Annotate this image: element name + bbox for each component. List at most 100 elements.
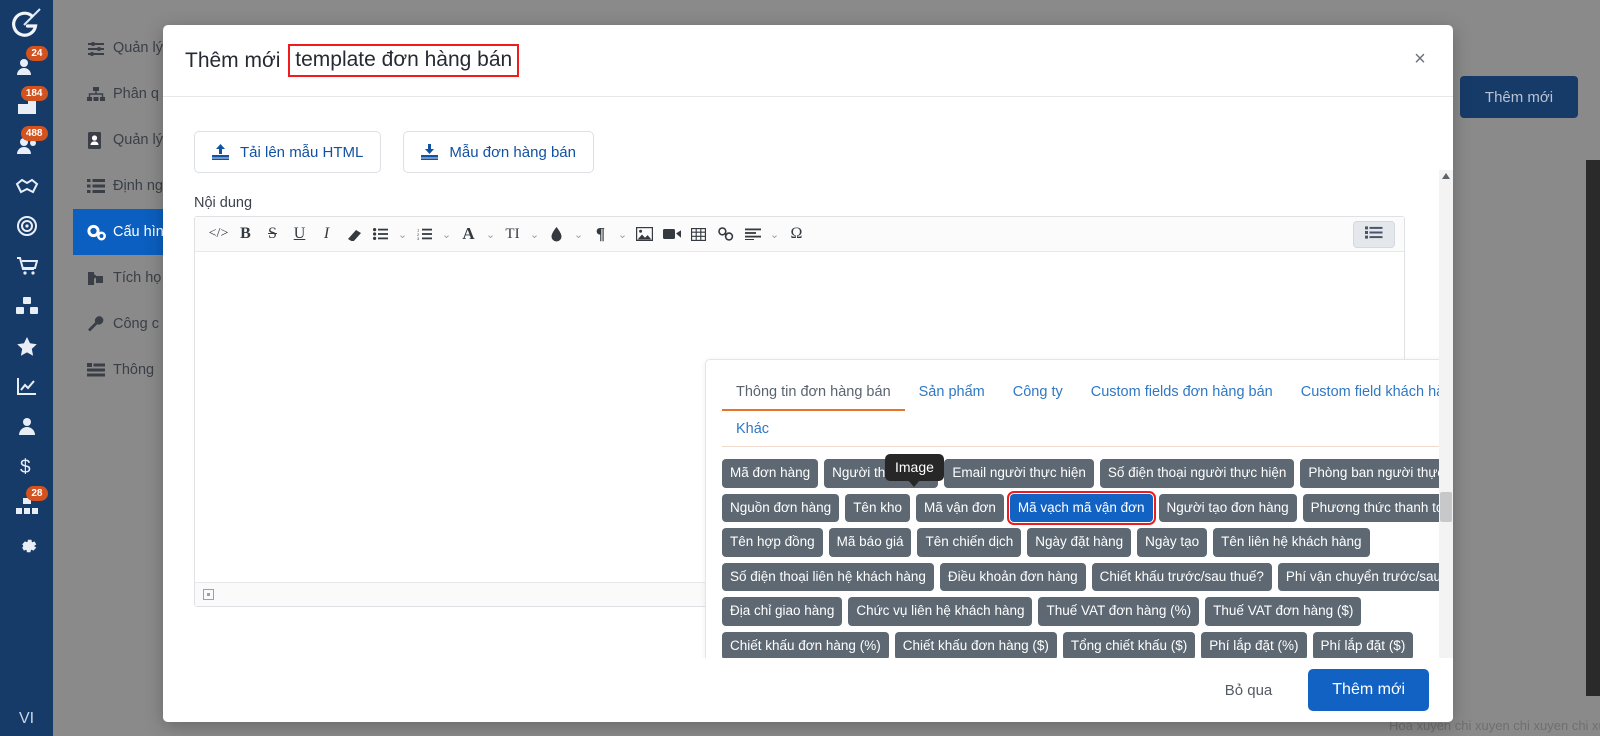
- language-indicator[interactable]: VI: [0, 710, 53, 728]
- field-tag[interactable]: Mã báo giá: [828, 528, 912, 557]
- scroll-thumb[interactable]: [1440, 492, 1452, 522]
- rail-item-targets[interactable]: [7, 208, 47, 244]
- table-icon[interactable]: [685, 221, 712, 247]
- tab-khac[interactable]: Khác: [722, 411, 783, 446]
- image-icon[interactable]: [631, 221, 658, 247]
- color-drop-icon[interactable]: [543, 221, 570, 247]
- rail-item-settings[interactable]: [7, 528, 47, 564]
- rail-item-organization[interactable]: 28: [7, 486, 48, 524]
- field-tag[interactable]: Số điện thoại liên hệ khách hàng: [722, 562, 934, 591]
- field-tag[interactable]: Phí lắp đặt (%): [1201, 631, 1307, 660]
- omega-icon[interactable]: Ω: [783, 221, 810, 247]
- link-icon[interactable]: [712, 221, 739, 247]
- field-tag[interactable]: Tổng chiết khấu ($): [1062, 631, 1196, 660]
- sales-order-template-button[interactable]: Mẫu đơn hàng bán: [403, 131, 594, 173]
- field-tag[interactable]: Địa chỉ giao hàng: [722, 597, 843, 626]
- paragraph-icon[interactable]: ¶: [587, 221, 614, 247]
- field-tag[interactable]: Phí lắp đặt ($): [1312, 631, 1414, 660]
- close-icon[interactable]: ×: [1409, 49, 1431, 71]
- add-template-modal: Thêm mới template đơn hàng bán × Tải lên…: [163, 25, 1453, 722]
- sidebar-item-label: Thông: [113, 362, 155, 378]
- rail-item-reports[interactable]: [7, 368, 47, 404]
- tab-cong-ty[interactable]: Công ty: [999, 374, 1077, 409]
- font-icon[interactable]: A: [455, 221, 482, 247]
- field-tag[interactable]: Tên hợp đồng: [722, 528, 823, 557]
- field-tag[interactable]: Tên chiến dịch: [917, 528, 1022, 557]
- field-tag[interactable]: Email người thực hiện: [944, 459, 1094, 488]
- field-tag[interactable]: Nguồn đơn hàng: [722, 493, 840, 522]
- video-icon[interactable]: [658, 221, 685, 247]
- sidebar-item-label: Định ng: [113, 178, 163, 194]
- field-tag[interactable]: Chức vụ liên hệ khách hàng: [848, 597, 1033, 626]
- chevron-down-icon[interactable]: ⌄: [438, 221, 455, 247]
- server-icon: [87, 363, 113, 377]
- code-icon[interactable]: </>: [205, 221, 232, 247]
- gears-icon: [87, 224, 113, 241]
- chevron-down-icon[interactable]: ⌄: [526, 221, 543, 247]
- fields-list-icon: [1365, 225, 1383, 244]
- scroll-up-arrow[interactable]: [1442, 173, 1450, 179]
- align-icon[interactable]: [739, 221, 766, 247]
- rail-item-favorites[interactable]: [7, 328, 47, 364]
- bold-icon[interactable]: B: [232, 221, 259, 247]
- field-tag[interactable]: Điều khoản đơn hàng: [939, 562, 1086, 591]
- field-tag[interactable]: Mã vận đơn: [915, 493, 1004, 522]
- tab-custom-fields-don-hang-ban[interactable]: Custom fields đơn hàng bán: [1077, 374, 1287, 409]
- bullet-list-icon[interactable]: [367, 221, 394, 247]
- chevron-down-icon[interactable]: ⌄: [614, 221, 631, 247]
- underline-icon[interactable]: U: [286, 221, 313, 247]
- field-tag[interactable]: Chiết khấu đơn hàng (%): [722, 631, 889, 660]
- field-tag[interactable]: Mã đơn hàng: [722, 459, 819, 488]
- chevron-down-icon[interactable]: ⌄: [570, 221, 587, 247]
- rail-item-companies[interactable]: 184: [7, 86, 48, 124]
- field-tag[interactable]: Chiết khấu đơn hàng ($): [894, 631, 1057, 660]
- chevron-down-icon[interactable]: ⌄: [482, 221, 499, 247]
- insert-fields-toggle-button[interactable]: [1353, 221, 1395, 248]
- rail-item-deals[interactable]: [7, 168, 47, 204]
- background-add-button[interactable]: Thêm mới: [1460, 76, 1578, 118]
- badge-count: 488: [20, 126, 48, 141]
- submit-button[interactable]: Thêm mới: [1308, 669, 1429, 711]
- upload-html-template-button[interactable]: Tải lên mẫu HTML: [194, 131, 382, 173]
- field-tag[interactable]: Tên liên hệ khách hàng: [1213, 528, 1370, 557]
- strikethrough-icon[interactable]: S: [259, 221, 286, 247]
- rail-item-products[interactable]: [7, 288, 47, 324]
- field-tag[interactable]: Số điện thoại người thực hiện: [1099, 459, 1295, 488]
- app-logo[interactable]: [10, 6, 44, 42]
- text-size-icon[interactable]: TI: [499, 221, 526, 247]
- numbered-list-icon[interactable]: 123: [411, 221, 438, 247]
- field-tag[interactable]: Phòng ban người thực hiện: [1300, 459, 1453, 488]
- sales-order-template-label: Mẫu đơn hàng bán: [449, 143, 576, 161]
- tab-custom-field-khach-hang[interactable]: Custom field khách hàng: [1287, 374, 1453, 409]
- download-icon: [421, 144, 439, 160]
- rail-item-employees[interactable]: [7, 408, 47, 444]
- tab-thong-tin-don-hang-ban[interactable]: Thông tin đơn hàng bán: [722, 374, 905, 411]
- chevron-down-icon[interactable]: ⌄: [766, 221, 783, 247]
- eraser-icon[interactable]: [340, 221, 367, 247]
- rail-item-finance[interactable]: $: [7, 448, 47, 484]
- field-tag[interactable]: Phương thức thanh toán: [1302, 493, 1453, 522]
- rail-item-orders[interactable]: [7, 248, 47, 284]
- field-tag[interactable]: Ngày tạo: [1137, 528, 1208, 557]
- field-tag[interactable]: Người tạo đơn hàng: [1158, 493, 1297, 522]
- field-tag[interactable]: Chiết khấu trước/sau thuế?: [1091, 562, 1272, 591]
- rail-item-contacts[interactable]: 24: [7, 46, 48, 84]
- title-highlight: template đơn hàng bán: [288, 44, 520, 77]
- field-tag[interactable]: Thuế VAT đơn hàng ($): [1205, 597, 1362, 626]
- field-tag[interactable]: Tên kho: [845, 493, 910, 522]
- field-tag[interactable]: Thuế VAT đơn hàng (%): [1038, 597, 1200, 626]
- upload-html-template-label: Tải lên mẫu HTML: [240, 143, 364, 161]
- field-tag[interactable]: Phí vận chuyển trước/sau thuế?: [1277, 562, 1453, 591]
- italic-icon[interactable]: I: [313, 221, 340, 247]
- field-tag[interactable]: Ngày đặt hàng: [1027, 528, 1132, 557]
- modal-body: Tải lên mẫu HTML Mẫu đơn hàng bán Nội du…: [163, 97, 1453, 722]
- cancel-button[interactable]: Bỏ qua: [1215, 674, 1283, 707]
- editor-toolbar: </> B S U I ⌄ 123 ⌄ A ⌄ TI ⌄ ⌄ ¶ ⌄ ⌄ Ω: [195, 217, 1404, 252]
- modal-scrollbar[interactable]: [1439, 170, 1453, 722]
- chevron-down-icon[interactable]: ⌄: [394, 221, 411, 247]
- wrench-icon: [87, 316, 113, 332]
- content-field-label: Nội dung: [194, 195, 253, 211]
- rail-item-leads[interactable]: 488: [7, 126, 48, 164]
- tab-san-pham[interactable]: Sản phẩm: [905, 374, 999, 409]
- field-tag-selected[interactable]: Mã vạch mã vận đơn: [1006, 490, 1156, 525]
